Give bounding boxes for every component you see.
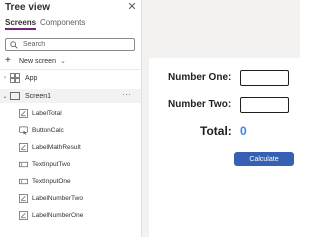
tree-item-textinputtwo[interactable]: TextInputTwo: [0, 157, 141, 171]
label-icon: [19, 193, 28, 203]
tree-item-label: Screen1: [25, 92, 52, 100]
tree-item-textinputone[interactable]: TextInputOne: [0, 174, 141, 188]
more-options-icon[interactable]: ···: [122, 89, 132, 101]
tree-item-buttoncalc[interactable]: ButtonCalc: [0, 123, 141, 137]
tree-view-title: Tree view: [5, 2, 51, 13]
label-total: Total:: [200, 124, 232, 138]
chevron-down-icon: ⌄: [59, 58, 66, 65]
search-icon: [10, 41, 18, 49]
app-screen: Number One: Number Two: Total: 0 Calcula…: [149, 58, 300, 237]
canvas-area: Number One: Number Two: Total: 0 Calcula…: [142, 0, 300, 237]
tree-item-app[interactable]: › App: [0, 71, 141, 85]
close-icon[interactable]: ✕: [126, 1, 138, 13]
tree-item-label: LabelNumberTwo: [32, 194, 83, 202]
text-input-icon: [19, 161, 28, 167]
label-number-two: Number Two:: [168, 99, 232, 110]
app-icon: [10, 73, 20, 83]
tree-item-labeltotal[interactable]: LabelTotal: [0, 106, 141, 120]
search-input[interactable]: [23, 39, 131, 50]
tree-item-labelmathresult[interactable]: LabelMathResult: [0, 140, 141, 154]
new-screen-button[interactable]: + New screen ⌄: [5, 55, 66, 67]
chevron-down-icon[interactable]: ⌄: [1, 93, 9, 100]
text-input-one[interactable]: [240, 70, 289, 86]
button-icon: [19, 126, 28, 135]
label-number-one: Number One:: [168, 72, 232, 83]
calculate-button[interactable]: Calculate: [234, 152, 294, 166]
tree-item-label: App: [25, 74, 38, 82]
tree-item-label: TextInputTwo: [32, 160, 71, 168]
search-box: [5, 38, 135, 51]
chevron-right-icon[interactable]: ›: [1, 75, 9, 81]
screen-icon: [10, 92, 20, 100]
tree-view-panel: Tree view ✕ Screens Components + New scr…: [0, 0, 142, 237]
tree-item-labelnumbertwo[interactable]: LabelNumberTwo: [0, 191, 141, 205]
tree-item-label: LabelTotal: [32, 109, 62, 117]
text-input-two[interactable]: [240, 97, 289, 113]
tab-screens[interactable]: Screens: [5, 18, 37, 30]
label-icon: [19, 142, 28, 152]
tree-item-label: TextInputOne: [32, 177, 71, 185]
tree-item-screen1[interactable]: ⌄ Screen1 ···: [0, 89, 141, 103]
divider: [0, 69, 141, 70]
tree-item-labelnumberone[interactable]: LabelNumberOne: [0, 208, 141, 222]
label-math-result: 0: [240, 124, 247, 138]
text-input-icon: [19, 178, 28, 184]
tree-item-label: LabelNumberOne: [32, 211, 84, 219]
tree-item-label: LabelMathResult: [32, 143, 81, 151]
label-icon: [19, 210, 28, 220]
plus-icon: +: [5, 55, 11, 66]
tab-components[interactable]: Components: [40, 18, 85, 27]
new-screen-label: New screen: [19, 57, 56, 65]
tree-item-label: ButtonCalc: [32, 126, 64, 134]
label-icon: [19, 108, 28, 118]
